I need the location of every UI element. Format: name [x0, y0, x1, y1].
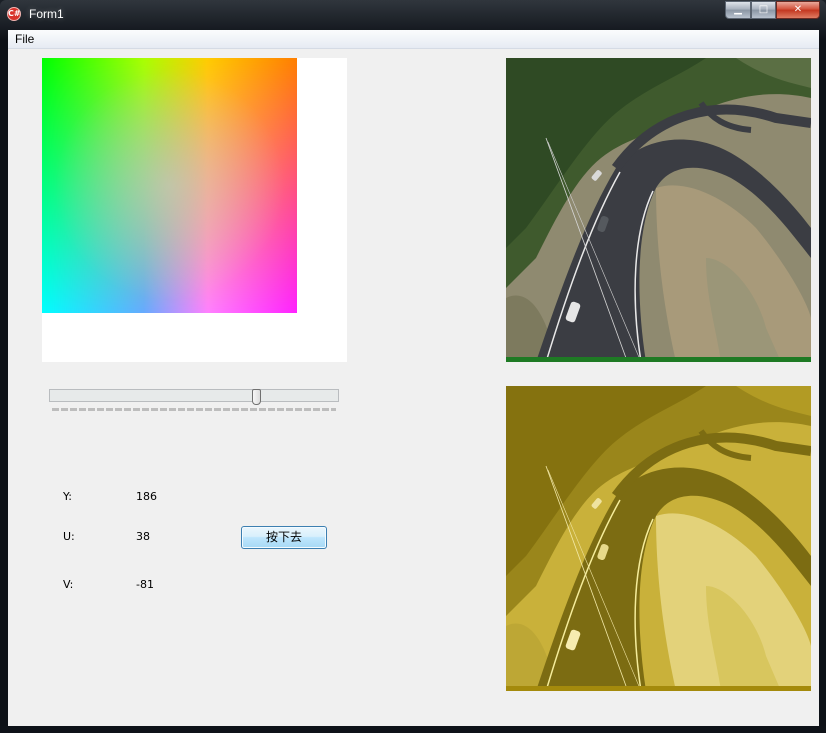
color-gradient-svg	[42, 58, 297, 313]
bottom-edge	[0, 726, 826, 733]
y-label: Y:	[63, 490, 72, 503]
client-area: File Y: 186 U: 38 V: -81 按下去	[8, 30, 819, 726]
maximize-icon: □	[758, 4, 769, 15]
close-button[interactable]: ✕	[776, 1, 820, 19]
caption-buttons: ▁ □ ✕	[725, 1, 820, 20]
app-icon[interactable]: C#	[7, 7, 21, 21]
u-label: U:	[63, 530, 75, 543]
v-label: V:	[63, 578, 74, 591]
window-title: Form1	[29, 7, 64, 21]
menu-file[interactable]: File	[10, 31, 39, 47]
maximize-button[interactable]: □	[751, 1, 776, 19]
app-window: C# Form1 ▁ □ ✕ File Y: 186 U: 38 V: -81 …	[0, 0, 826, 733]
road-aerial-tinted-photo	[506, 386, 811, 691]
processed-image	[506, 386, 811, 691]
menu-bar: File	[8, 30, 819, 49]
minimize-button[interactable]: ▁	[725, 1, 751, 19]
slider-thumb[interactable]	[252, 389, 262, 405]
u-value: 38	[136, 530, 150, 543]
value-slider[interactable]	[48, 387, 340, 415]
press-button[interactable]: 按下去	[241, 526, 327, 549]
slider-ticks	[52, 408, 336, 411]
color-gradient-square[interactable]	[42, 58, 297, 313]
title-bar[interactable]: C# Form1 ▁ □ ✕	[0, 0, 826, 30]
v-value: -81	[136, 578, 154, 591]
slider-track[interactable]	[49, 389, 339, 402]
close-icon: ✕	[793, 4, 803, 15]
minimize-icon: ▁	[734, 4, 742, 15]
y-value: 186	[136, 490, 157, 503]
color-picker-panel	[42, 58, 347, 362]
road-aerial-photo	[506, 58, 811, 362]
original-image	[506, 58, 811, 362]
